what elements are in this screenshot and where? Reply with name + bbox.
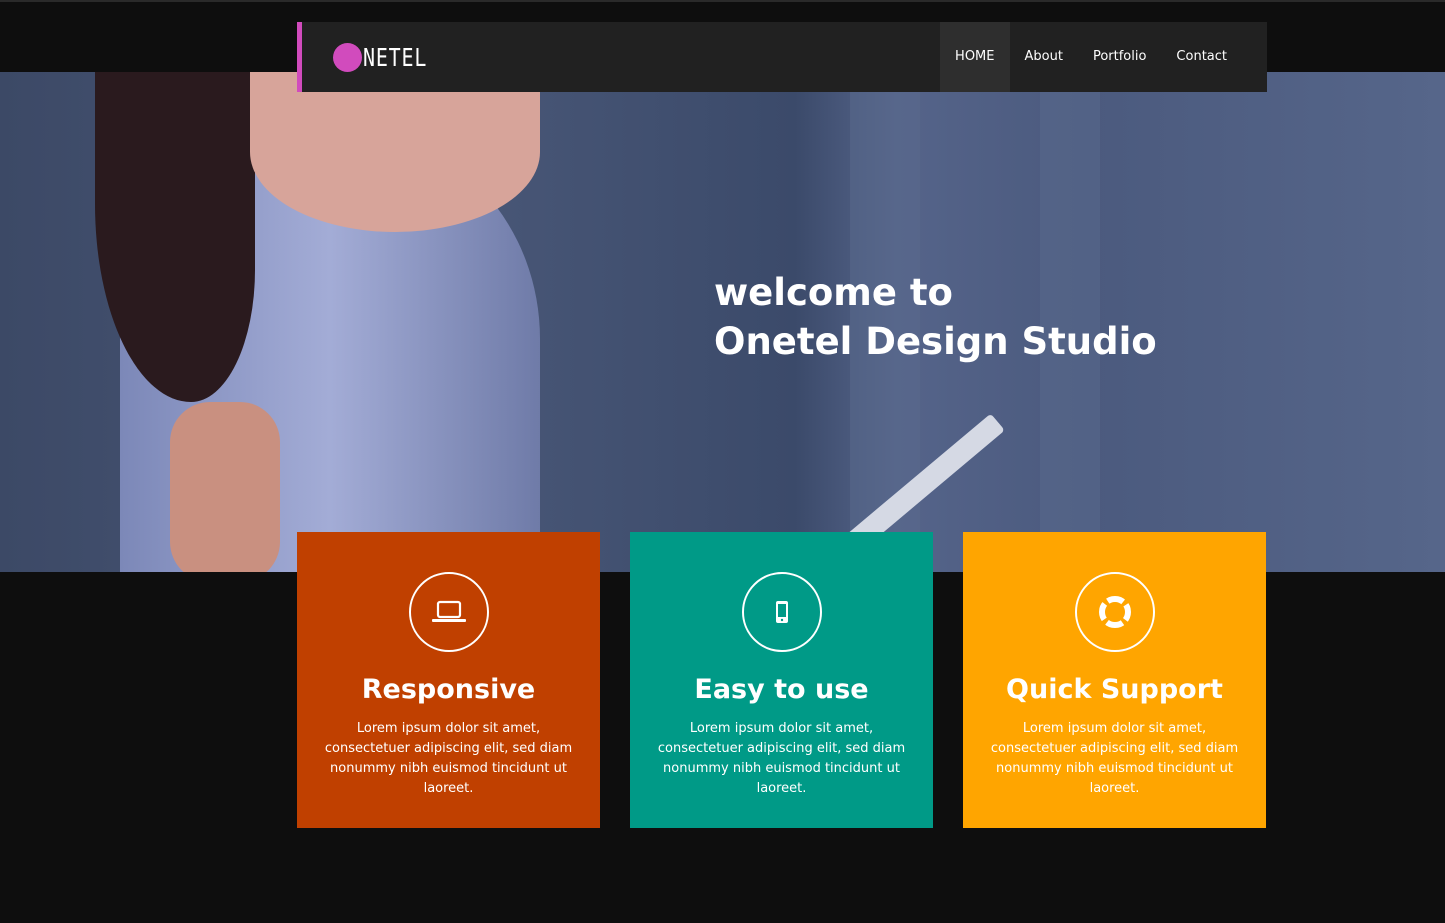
- feature-card-easy-to-use: Easy to use Lorem ipsum dolor sit amet, …: [630, 532, 933, 828]
- feature-text: Lorem ipsum dolor sit amet, consectetuer…: [990, 721, 1239, 796]
- feature-card-responsive: Responsive Lorem ipsum dolor sit amet, c…: [297, 532, 600, 828]
- logo[interactable]: NETEL: [333, 43, 443, 72]
- feature-text: Lorem ipsum dolor sit amet, consectetuer…: [324, 721, 573, 796]
- logo-text: NETEL: [363, 43, 428, 72]
- hero-heading: welcome to Onetel Design Studio: [714, 268, 1157, 366]
- feature-card-quick-support: Quick Support Lorem ipsum dolor sit amet…: [963, 532, 1266, 828]
- navbar: NETEL HOME About Portfolio Contact: [297, 22, 1267, 92]
- nav-contact[interactable]: Contact: [1161, 22, 1267, 92]
- mobile-icon: [741, 572, 822, 652]
- hero-person-face: [250, 72, 540, 232]
- hero-person-arm: [170, 402, 280, 572]
- top-border: [0, 0, 1445, 2]
- feature-title: Responsive: [361, 674, 536, 705]
- laptop-icon: [408, 572, 489, 652]
- logo-circle-icon: [333, 43, 362, 72]
- feature-text: Lorem ipsum dolor sit amet, consectetuer…: [657, 721, 906, 796]
- nav-about[interactable]: About: [1010, 22, 1078, 92]
- feature-title: Easy to use: [694, 674, 869, 705]
- hero-line-2: Onetel Design Studio: [714, 320, 1157, 363]
- hero-person-hair: [95, 72, 255, 402]
- hero-line-1: welcome to: [714, 271, 953, 314]
- nav-home[interactable]: HOME: [940, 22, 1010, 92]
- feature-title: Quick Support: [1006, 674, 1223, 705]
- nav-portfolio[interactable]: Portfolio: [1078, 22, 1161, 92]
- nav-menu: HOME About Portfolio Contact: [940, 22, 1267, 92]
- lifebuoy-icon: [1074, 572, 1155, 652]
